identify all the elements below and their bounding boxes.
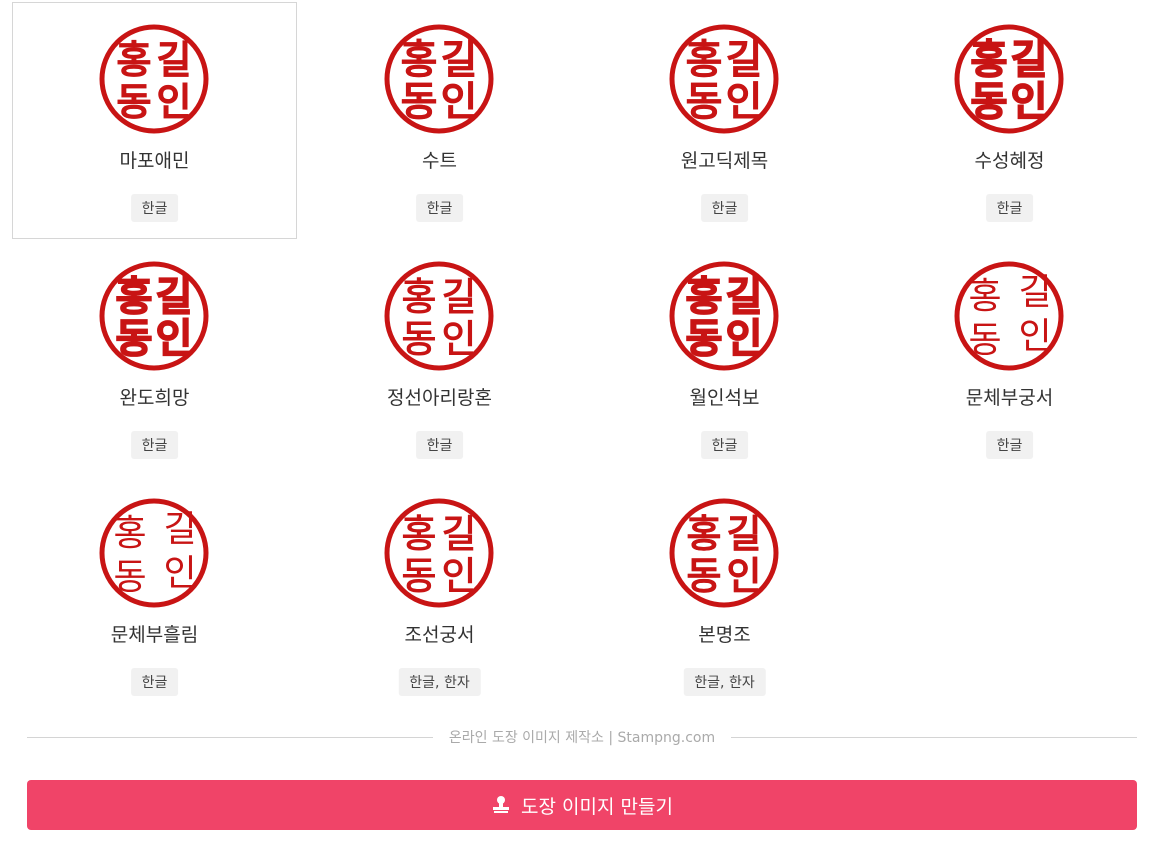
font-card[interactable]: 홍 길 동 인마포애민한글 — [12, 2, 297, 239]
divider-text: 온라인 도장 이미지 제작소 | Stampng.com — [448, 730, 716, 746]
stamp-preview: 홍길동인 — [98, 260, 210, 372]
stamp-character: 홍 — [402, 275, 437, 319]
footer-divider: 온라인 도장 이미지 제작소 | Stampng.com — [27, 726, 1137, 748]
stamp-preview: 홍길동인 — [383, 260, 495, 372]
font-name: 문체부흘림 — [110, 624, 199, 646]
stamp-preview: 홍길동인 — [98, 23, 210, 135]
stamp-character: 홍 — [116, 274, 153, 320]
language-tag: 한글 — [985, 431, 1034, 459]
stamp-preview: 홍길동인 — [668, 260, 780, 372]
stamp-character: 홍 — [113, 513, 146, 554]
stamp-character: 인 — [442, 317, 477, 361]
stamp-character: 홍 — [968, 276, 1001, 317]
stamp-character: 길 — [157, 38, 192, 82]
stamp-preview: 홍길동인 — [668, 23, 780, 135]
stamp-preview: 홍길동인 — [383, 23, 495, 135]
stamp-character: 동 — [687, 554, 722, 598]
stamp-character: 길 — [1018, 272, 1051, 313]
font-name: 수트 — [422, 150, 457, 172]
stamp-character: 인 — [726, 316, 763, 362]
stamp-preview: 홍길동인 — [953, 260, 1065, 372]
stamp-character: 홍 — [971, 37, 1008, 83]
font-card[interactable]: 홍 길 동 인본명조한글, 한자 — [582, 476, 867, 713]
language-tag: 한글 — [415, 431, 464, 459]
stamp-character: 동 — [968, 320, 1001, 361]
font-name: 문체부궁서 — [965, 387, 1054, 409]
stamp-character: 인 — [1011, 79, 1048, 125]
stamp-character: 동 — [401, 79, 438, 125]
language-tag: 한글 — [415, 194, 464, 222]
language-tag: 한글 — [700, 194, 749, 222]
font-name: 본명조 — [698, 624, 751, 646]
font-name: 조선궁서 — [404, 624, 475, 646]
stamp-preview: 홍길동인 — [953, 23, 1065, 135]
font-card[interactable]: 홍 길 동 인완도희망한글 — [12, 239, 297, 476]
stamp-character: 홍 — [687, 512, 722, 556]
stamp-character: 인 — [1018, 316, 1051, 357]
font-card[interactable]: 홍 길 동 인조선궁서한글, 한자 — [297, 476, 582, 713]
stamp-character: 인 — [163, 553, 196, 594]
stamp-character: 동 — [686, 316, 723, 362]
stamp-character: 홍 — [686, 274, 723, 320]
language-tag: 한글 — [130, 194, 179, 222]
font-card[interactable]: 홍 길 동 인문체부흘림한글 — [12, 476, 297, 713]
stamp-character: 인 — [727, 554, 762, 598]
stamp-character: 인 — [441, 79, 478, 125]
stamp-icon — [491, 795, 511, 815]
stamp-character: 동 — [116, 316, 153, 362]
language-tag: 한글, 한자 — [683, 668, 766, 696]
divider-line-right — [731, 736, 1137, 738]
language-tag: 한글, 한자 — [398, 668, 481, 696]
stamp-character: 동 — [117, 80, 152, 124]
language-tag: 한글 — [985, 194, 1034, 222]
make-stamp-button[interactable]: 도장 이미지 만들기 — [27, 780, 1137, 830]
font-name: 완도희망 — [119, 387, 190, 409]
stamp-preview: 홍길동인 — [668, 497, 780, 609]
stamp-character: 길 — [156, 274, 193, 320]
stamp-character: 인 — [442, 554, 477, 598]
stamp-character: 동 — [686, 79, 723, 125]
divider-line-left — [27, 736, 433, 738]
stamp-preview: 홍길동인 — [383, 497, 495, 609]
stamp-character: 인 — [157, 80, 192, 124]
font-grid: 홍 길 동 인 마포애민 한글 홍 길 동 인 수트 한글 홍 길 동 인 원고딕제목 한글 홍 길 동 인 수성혜정 한글 홍… — [12, 2, 1152, 713]
font-card[interactable]: 홍 길 동 인정선아리랑혼한글 — [297, 239, 582, 476]
stamp-character: 길 — [442, 512, 477, 556]
stamp-character: 동 — [402, 554, 437, 598]
stamp-character: 길 — [727, 512, 762, 556]
font-name: 수성혜정 — [974, 150, 1045, 172]
font-name: 마포애민 — [119, 150, 190, 172]
stamp-character: 길 — [442, 275, 477, 319]
language-tag: 한글 — [130, 668, 179, 696]
font-name: 정선아리랑혼 — [387, 387, 492, 409]
stamp-character: 홍 — [686, 37, 723, 83]
stamp-character: 홍 — [117, 38, 152, 82]
font-card[interactable]: 홍 길 동 인원고딕제목한글 — [582, 2, 867, 239]
font-card[interactable]: 홍 길 동 인수성혜정한글 — [867, 2, 1152, 239]
stamp-character: 길 — [1011, 37, 1048, 83]
stamp-character: 동 — [971, 79, 1008, 125]
language-tag: 한글 — [130, 431, 179, 459]
font-name: 월인석보 — [689, 387, 760, 409]
stamp-character: 홍 — [401, 37, 438, 83]
stamp-preview: 홍길동인 — [98, 497, 210, 609]
stamp-character: 동 — [113, 557, 146, 598]
stamp-character: 길 — [726, 37, 763, 83]
font-name: 원고딕제목 — [680, 150, 769, 172]
stamp-character: 길 — [163, 509, 196, 550]
make-stamp-label: 도장 이미지 만들기 — [521, 795, 673, 818]
stamp-character: 길 — [726, 274, 763, 320]
stamp-character: 길 — [441, 37, 478, 83]
font-card[interactable]: 홍 길 동 인월인석보한글 — [582, 239, 867, 476]
language-tag: 한글 — [700, 431, 749, 459]
stamp-character: 홍 — [402, 512, 437, 556]
stamp-character: 동 — [402, 317, 437, 361]
font-card[interactable]: 홍 길 동 인수트한글 — [297, 2, 582, 239]
font-card[interactable]: 홍 길 동 인문체부궁서한글 — [867, 239, 1152, 476]
stamp-character: 인 — [726, 79, 763, 125]
stamp-character: 인 — [156, 316, 193, 362]
